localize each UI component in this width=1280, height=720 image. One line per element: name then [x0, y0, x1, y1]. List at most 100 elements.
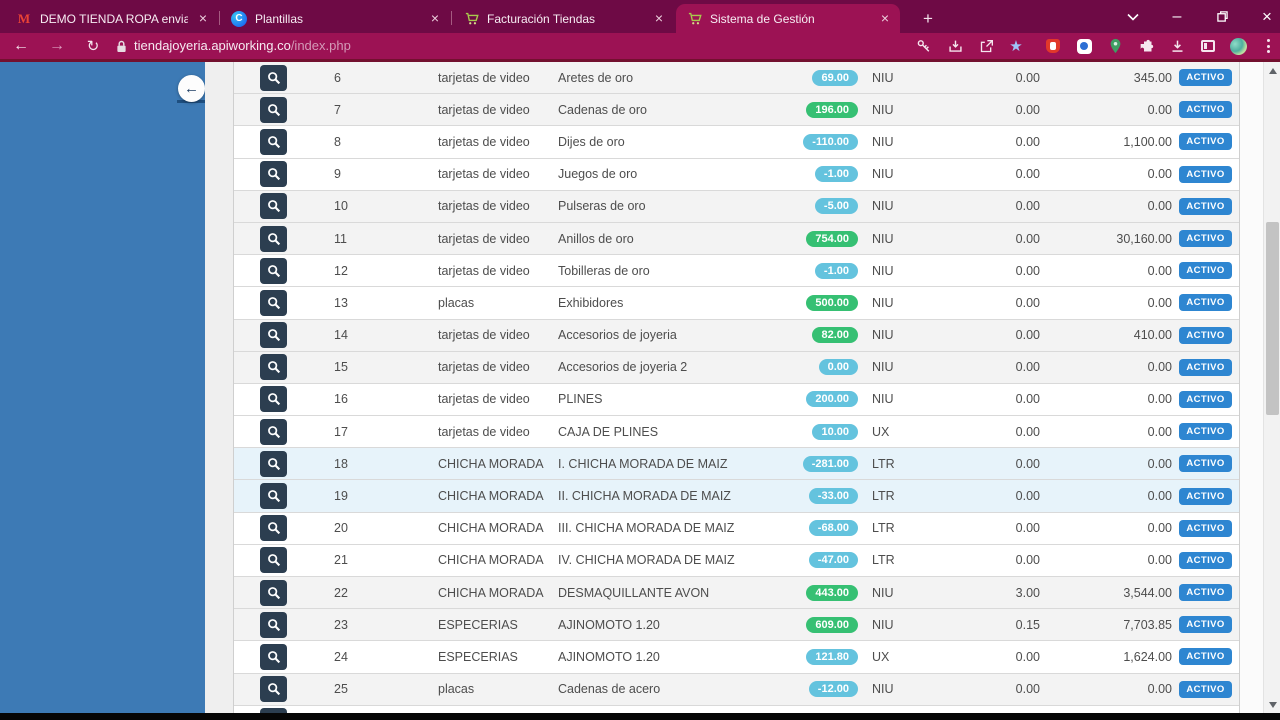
cost-cell: 0.00 [1015, 263, 1040, 278]
tab-title: Facturación Tiendas [487, 11, 596, 26]
search-button[interactable] [260, 611, 287, 638]
product-table: 6 tarjetas de video Aretes de oro 69.00 … [233, 62, 1240, 713]
tab-close-icon[interactable]: × [427, 10, 443, 27]
product-cell: I. CHICHA MORADA DE MAIZ [558, 456, 728, 471]
search-icon [267, 393, 280, 406]
product-cell: III. CHICHA MORADA DE MAIZ [558, 521, 735, 536]
triangle-up-icon [1268, 67, 1277, 74]
total-cell: 1,624.00 [1123, 649, 1172, 664]
vertical-scrollbar[interactable] [1263, 62, 1280, 713]
tab-gmail[interactable]: M DEMO TIENDA ROPA enviado co × [6, 4, 218, 33]
cost-cell: 0.00 [1015, 360, 1040, 375]
camera-extension-icon[interactable] [1071, 35, 1097, 57]
unit-cell: NIU [872, 328, 894, 343]
search-button[interactable] [260, 289, 287, 316]
search-button[interactable] [260, 418, 287, 445]
table-row: 18 CHICHA MORADA I. CHICHA MORADA DE MAI… [234, 448, 1239, 481]
search-button[interactable] [260, 354, 287, 381]
status-badge: ACTIVO [1179, 584, 1232, 602]
search-button[interactable] [260, 579, 287, 606]
search-button[interactable] [260, 643, 287, 670]
qty-badge: -1.00 [814, 262, 858, 279]
total-cell: 0.00 [1147, 682, 1172, 697]
total-cell: 0.00 [1147, 199, 1172, 214]
row-number: 15 [334, 360, 348, 375]
row-number: 11 [334, 231, 347, 246]
row-number: 18 [334, 456, 348, 471]
table-row: 20 CHICHA MORADA III. CHICHA MORADA DE M… [234, 512, 1239, 545]
avatar[interactable] [1225, 35, 1251, 57]
tab-close-icon[interactable]: × [877, 10, 893, 27]
tab-close-icon[interactable]: × [651, 10, 667, 27]
product-cell: Anillos de oro [558, 231, 634, 246]
pin-extension-icon[interactable] [1102, 35, 1128, 57]
table-row: 17 tarjetas de video CAJA DE PLINES 10.0… [234, 416, 1239, 449]
product-cell: Cadenas de oro [558, 102, 647, 117]
new-tab-button[interactable]: + [916, 7, 940, 31]
restore-button[interactable] [1202, 0, 1242, 33]
back-button[interactable]: ← [8, 35, 34, 57]
search-button[interactable] [260, 322, 287, 349]
close-button[interactable]: × [1247, 0, 1280, 33]
search-icon [267, 361, 280, 374]
search-icon [267, 618, 280, 631]
url-bar[interactable]: tiendajoyeria.apiworking.co/index.php [134, 38, 351, 53]
puzzle-extensions-icon[interactable] [1133, 35, 1159, 57]
search-button[interactable] [260, 257, 287, 284]
row-number: 14 [334, 328, 348, 343]
search-button[interactable] [260, 64, 287, 91]
table-row: 16 tarjetas de video PLINES 200.00 NIU 0… [234, 383, 1239, 417]
product-cell: PLINES [558, 392, 603, 407]
product-cell: Tobilleras de oro [558, 263, 650, 278]
tab-close-icon[interactable]: × [195, 10, 211, 27]
scroll-up-button[interactable] [1264, 62, 1280, 79]
scroll-down-button[interactable] [1264, 696, 1280, 713]
qty-badge: 121.80 [806, 648, 858, 665]
tab-title: DEMO TIENDA ROPA enviado co [40, 11, 188, 26]
row-number: 16 [334, 392, 348, 407]
search-icon [267, 490, 280, 503]
star-bookmark-icon[interactable]: ★ [1003, 35, 1029, 57]
minimize-button[interactable]: – [1157, 0, 1197, 33]
cost-cell: 3.00 [1015, 585, 1040, 600]
product-cell: Accesorios de joyeria [558, 328, 677, 343]
chevron-down-icon[interactable] [1113, 0, 1153, 33]
status-badge: ACTIVO [1179, 519, 1232, 537]
tab-facturacion[interactable]: Facturación Tiendas × [453, 4, 674, 33]
reload-button[interactable]: ↻ [80, 35, 106, 57]
search-button[interactable] [260, 483, 287, 510]
tab-plantillas[interactable]: C Plantillas × [221, 4, 450, 33]
total-cell: 3,544.00 [1123, 585, 1172, 600]
total-cell: 410.00 [1133, 328, 1172, 343]
search-button[interactable] [260, 386, 287, 413]
scrollbar-thumb[interactable] [1266, 222, 1279, 415]
key-icon[interactable] [911, 35, 937, 57]
product-cell: AJINOMOTO 1.20 [558, 649, 660, 664]
search-button[interactable] [260, 450, 287, 477]
search-button[interactable] [260, 161, 287, 188]
sidebar-panel-icon[interactable] [1195, 35, 1221, 57]
table-row: 25 placas Cadenas de acero -12.00 NIU 0.… [234, 673, 1239, 706]
save-download-icon[interactable] [942, 35, 968, 57]
downloads-icon[interactable] [1164, 35, 1190, 57]
category-cell: CHICHA MORADA [438, 521, 544, 536]
forward-button[interactable]: → [44, 35, 70, 57]
search-button[interactable] [260, 515, 287, 542]
search-button[interactable] [260, 96, 287, 123]
search-button[interactable] [260, 128, 287, 155]
table-body: 6 tarjetas de video Aretes de oro 69.00 … [234, 62, 1239, 713]
qty-badge: -1.00 [814, 166, 858, 183]
adblock-extension-icon[interactable] [1040, 35, 1066, 57]
row-number: 21 [334, 553, 348, 568]
tab-title: Sistema de Gestión [710, 11, 815, 26]
search-button[interactable] [260, 547, 287, 574]
menu-dots-icon[interactable] [1255, 35, 1280, 57]
search-button[interactable] [260, 193, 287, 220]
qty-badge: 754.00 [806, 230, 858, 247]
search-button[interactable] [260, 225, 287, 252]
search-button[interactable] [260, 676, 287, 703]
tab-sistema-gestion-active[interactable]: Sistema de Gestión × [676, 4, 900, 33]
collapse-sidebar-button[interactable]: ← [178, 75, 205, 102]
cost-cell: 0.00 [1015, 521, 1040, 536]
share-icon[interactable] [973, 35, 999, 57]
